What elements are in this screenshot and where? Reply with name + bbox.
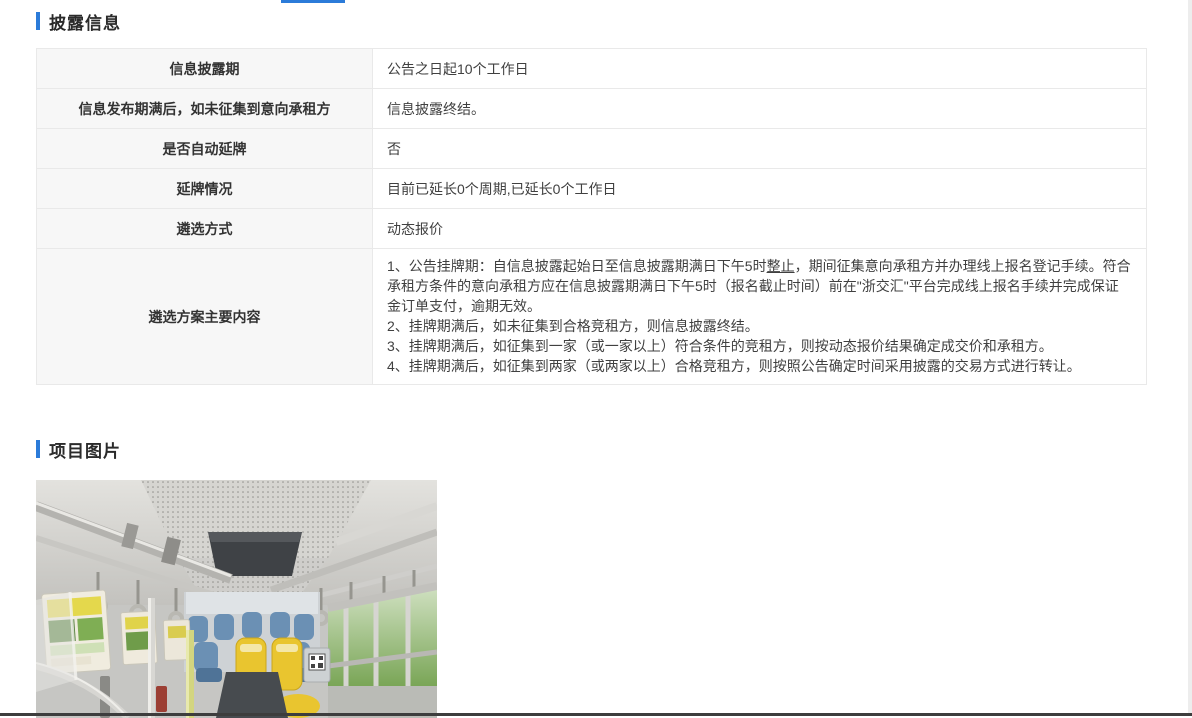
project-photo-thumbnail[interactable] (36, 480, 437, 718)
table-row: 是否自动延牌 否 (37, 129, 1146, 169)
plan-line-2: 2、挂牌期满后，如未征集到合格竞租方，则信息披露终结。 (387, 316, 1132, 336)
plan-line-1: 1、公告挂牌期：自信息披露起始日至信息披露期满日下午5时整止，期间征集意向承租方… (387, 256, 1132, 316)
section-header-disclosure: 披露信息 (36, 10, 1147, 32)
row-value: 信息披露终结。 (373, 89, 1146, 128)
row-label: 遴选方案主要内容 (37, 249, 373, 384)
row-value: 否 (373, 129, 1146, 168)
section-title-disclosure: 披露信息 (49, 9, 121, 34)
row-label: 信息披露期 (37, 49, 373, 88)
section-accent-bar (36, 12, 40, 30)
disclosure-table: 信息披露期 公告之日起10个工作日 信息发布期满后，如未征集到意向承租方 信息披… (36, 48, 1147, 385)
plan-line-4: 4、挂牌期满后，如征集到两家（或两家以上）合格竞租方，则按照公告确定时间采用披露… (387, 356, 1132, 376)
row-value: 公告之日起10个工作日 (373, 49, 1146, 88)
table-row-plan: 遴选方案主要内容 1、公告挂牌期：自信息披露起始日至信息披露期满日下午5时整止，… (37, 249, 1146, 385)
row-value: 动态报价 (373, 209, 1146, 248)
plan-line-3: 3、挂牌期满后，如征集到一家（或一家以上）符合条件的竞租方，则按动态报价结果确定… (387, 336, 1132, 356)
page-content: 披露信息 信息披露期 公告之日起10个工作日 信息发布期满后，如未征集到意向承租… (36, 10, 1147, 718)
row-label: 是否自动延牌 (37, 129, 373, 168)
row-label: 遴选方式 (37, 209, 373, 248)
row-label: 延牌情况 (37, 169, 373, 208)
section-title-images: 项目图片 (49, 437, 121, 462)
row-value-plan: 1、公告挂牌期：自信息披露起始日至信息披露期满日下午5时整止，期间征集意向承租方… (373, 249, 1146, 384)
table-row: 延牌情况 目前已延长0个周期,已延长0个工作日 (37, 169, 1146, 209)
underlined-text: 整止 (767, 258, 795, 274)
row-label: 信息发布期满后，如未征集到意向承租方 (37, 89, 373, 128)
row-value: 目前已延长0个周期,已延长0个工作日 (373, 169, 1146, 208)
bus-interior-photo (36, 480, 437, 718)
active-tab-indicator (281, 0, 345, 3)
section-accent-bar (36, 440, 40, 458)
table-row: 遴选方式 动态报价 (37, 209, 1146, 249)
table-row: 信息披露期 公告之日起10个工作日 (37, 49, 1146, 89)
scrollbar[interactable] (1188, 0, 1192, 716)
table-row: 信息发布期满后，如未征集到意向承租方 信息披露终结。 (37, 89, 1146, 129)
section-header-images: 项目图片 (36, 438, 1147, 460)
section-project-images: 项目图片 (36, 438, 1147, 718)
